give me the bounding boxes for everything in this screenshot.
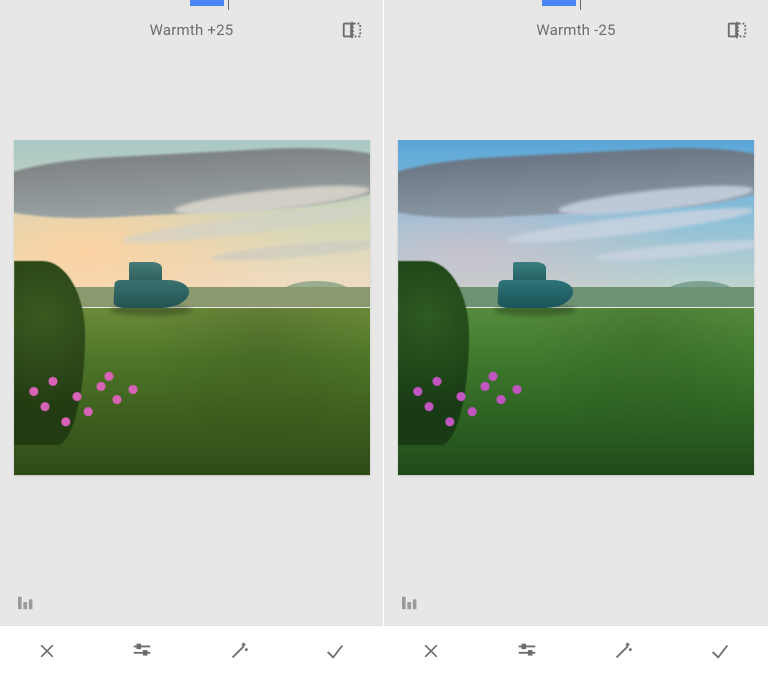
compare-icon[interactable] <box>726 19 748 41</box>
close-icon <box>37 641 57 661</box>
header: Warmth -25 <box>384 0 768 60</box>
check-icon <box>324 640 346 662</box>
canvas-area <box>0 60 383 475</box>
slider-handle[interactable] <box>190 0 224 6</box>
photo-preview[interactable] <box>14 140 370 475</box>
lower-space <box>0 475 383 625</box>
adjustment-label: Warmth -25 <box>536 21 615 39</box>
toolbar <box>0 625 383 675</box>
slider-tick-center <box>228 0 229 10</box>
histogram-icon[interactable] <box>400 593 422 611</box>
lower-space <box>384 475 768 625</box>
header: Warmth +25 <box>0 0 383 60</box>
tune-icon <box>131 640 153 662</box>
magic-wand-icon <box>228 640 250 662</box>
apply-button[interactable] <box>316 632 354 670</box>
adjustment-label: Warmth +25 <box>150 21 234 39</box>
histogram-icon[interactable] <box>16 593 38 611</box>
tune-button[interactable] <box>123 632 161 670</box>
cancel-button[interactable] <box>29 633 65 669</box>
compare-icon[interactable] <box>341 19 363 41</box>
cancel-button[interactable] <box>413 633 449 669</box>
autofix-button[interactable] <box>220 632 258 670</box>
slider-tick-center <box>580 0 581 10</box>
toolbar <box>384 625 768 675</box>
photo-preview[interactable] <box>398 140 754 475</box>
tune-button[interactable] <box>508 632 546 670</box>
tune-icon <box>516 640 538 662</box>
slider-handle[interactable] <box>542 0 576 6</box>
close-icon <box>421 641 441 661</box>
canvas-area <box>384 60 768 475</box>
apply-button[interactable] <box>701 632 739 670</box>
magic-wand-icon <box>612 640 634 662</box>
check-icon <box>709 640 731 662</box>
autofix-button[interactable] <box>604 632 642 670</box>
editor-panel-right: Warmth -25 <box>384 0 768 675</box>
editor-panel-left: Warmth +25 <box>0 0 384 675</box>
